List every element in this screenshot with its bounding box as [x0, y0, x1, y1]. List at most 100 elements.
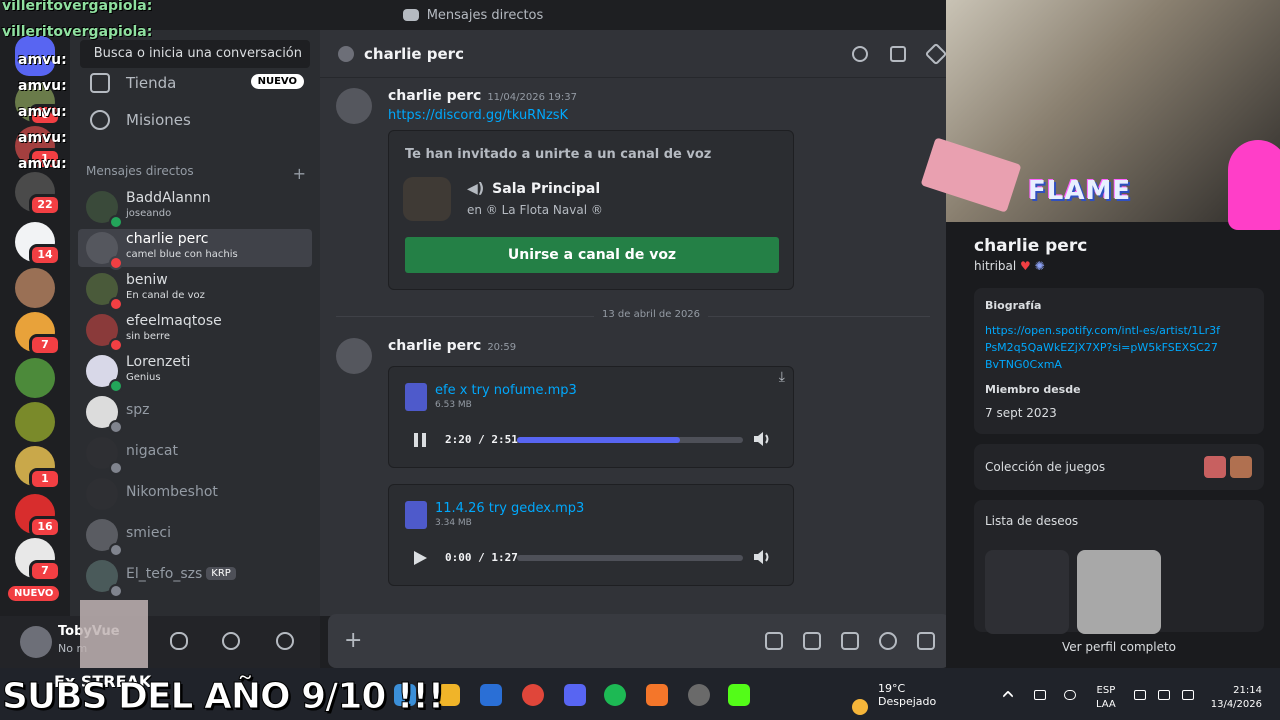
voice-invite-card: Te han invitado a unirte a un canal de v…: [388, 130, 794, 290]
dm-item[interactable]: BaddAlannn joseando: [78, 188, 312, 229]
language-indicator[interactable]: ESP LAA: [1096, 684, 1116, 712]
dm-item[interactable]: nigacat: [78, 434, 312, 475]
gif-icon[interactable]: [803, 632, 821, 650]
message-avatar[interactable]: [336, 338, 372, 374]
pin-icon[interactable]: [924, 42, 948, 66]
join-voice-button[interactable]: Unirse a canal de voz: [405, 237, 779, 273]
keyboard-layout: LAA: [1096, 699, 1116, 710]
user-avatar[interactable]: [20, 626, 52, 658]
gear-icon[interactable]: [276, 632, 294, 650]
dm-item[interactable]: Lorenzeti Genius: [78, 352, 312, 393]
network-icon[interactable]: [1034, 690, 1046, 700]
video-icon[interactable]: [890, 46, 906, 62]
dm-item[interactable]: smieci: [78, 516, 312, 557]
system-clock[interactable]: 21:14 13/4/2026: [1200, 684, 1262, 712]
server-icon[interactable]: [15, 358, 55, 398]
status-dnd-icon: [109, 338, 123, 352]
microphone-tray-icon[interactable]: [1064, 690, 1076, 700]
server-icon[interactable]: 1: [15, 446, 61, 490]
audio-file-size: 3.34 MB: [435, 518, 472, 528]
server-icon[interactable]: 14: [15, 222, 61, 266]
cloud-app-icon[interactable]: [646, 684, 668, 706]
audio-progress-track[interactable]: [517, 555, 743, 561]
new-badge: NUEVO: [250, 74, 304, 89]
clock-time: 21:14: [1233, 685, 1262, 696]
nav-quests[interactable]: Misiones: [78, 103, 312, 137]
speaker-icon: ◀): [467, 181, 485, 197]
stream-chat-line: villeritovergapiola:: [2, 24, 153, 40]
apps-icon[interactable]: [917, 632, 935, 650]
profile-username: hitribal: [974, 259, 1017, 273]
server-icon[interactable]: 7: [15, 538, 61, 582]
audio-progress-fill: [517, 437, 680, 443]
chat-title: charlie perc: [364, 44, 464, 63]
author-name[interactable]: charlie perc: [388, 88, 481, 104]
sticker-icon[interactable]: [841, 632, 859, 650]
download-icon[interactable]: ⤓: [779, 369, 785, 385]
display-icon[interactable]: [1134, 690, 1146, 700]
dm-item[interactable]: spz: [78, 393, 312, 434]
dm-item[interactable]: beniw En canal de voz: [78, 270, 312, 311]
wishlist-label: Lista de deseos: [985, 514, 1079, 528]
audio-file-name[interactable]: 11.4.26 try gedex.mp3: [435, 501, 584, 516]
author-name[interactable]: charlie perc: [388, 338, 481, 354]
battery-icon[interactable]: [1182, 690, 1194, 700]
create-dm-button[interactable]: +: [293, 164, 306, 183]
search-input[interactable]: Busca o inicia una conversación: [80, 40, 310, 68]
call-icon[interactable]: [852, 46, 868, 62]
audio-progress-track[interactable]: [517, 437, 743, 443]
date-divider: 13 de abril de 2026: [336, 309, 930, 320]
discord-taskbar-icon[interactable]: [564, 684, 586, 706]
pause-icon[interactable]: [411, 432, 429, 448]
dm-item[interactable]: Nikombeshot: [78, 475, 312, 513]
profile-about-box: Biografía https://open.spotify.com/intl-…: [974, 288, 1264, 434]
dm-item[interactable]: efeelmaqtose sin berre: [78, 311, 312, 352]
server-icon[interactable]: 16: [15, 494, 61, 538]
volume-icon[interactable]: [753, 431, 771, 447]
bio-spotify-link[interactable]: https://open.spotify.com/intl-es/artist/…: [985, 322, 1225, 373]
play-icon[interactable]: [411, 550, 429, 566]
chevron-up-icon[interactable]: [1002, 690, 1014, 702]
status-offline-icon: [109, 420, 123, 434]
gift-icon[interactable]: [765, 632, 783, 650]
server-icon[interactable]: [15, 268, 55, 308]
upload-button[interactable]: +: [344, 628, 362, 653]
view-full-profile-button[interactable]: Ver perfil completo: [974, 640, 1264, 654]
stream-chat-line: amvu:: [18, 156, 67, 172]
volume-tray-icon[interactable]: [1158, 690, 1170, 700]
message-author[interactable]: charlie perc 11/04/2026 19:37: [388, 88, 577, 104]
dm-item-active[interactable]: charlie perc camel blue con hachis: [78, 229, 312, 270]
game-collection-box[interactable]: Colección de juegos: [974, 444, 1264, 490]
nav-shop[interactable]: Tienda NUEVO: [78, 66, 312, 100]
wishlist-item[interactable]: [1077, 550, 1161, 634]
emoji-icon[interactable]: [879, 632, 897, 650]
dm-icon: [402, 9, 419, 21]
chrome-icon[interactable]: [522, 684, 544, 706]
status-offline-icon: [109, 584, 123, 598]
kick-icon[interactable]: [728, 684, 750, 706]
headphones-icon[interactable]: [222, 632, 240, 650]
weather-widget[interactable]: 19°C Despejado: [852, 682, 936, 715]
server-icon[interactable]: 22: [15, 172, 61, 216]
invite-link[interactable]: https://discord.gg/tkuRNzsK: [388, 108, 568, 123]
buddha-sticker: [1228, 140, 1280, 230]
wishlist-box: Lista de deseos: [974, 500, 1264, 634]
store-icon[interactable]: [480, 684, 502, 706]
server-icon[interactable]: 7: [15, 312, 61, 356]
invite-title: Te han invitado a unirte a un canal de v…: [405, 147, 712, 162]
audio-file-name[interactable]: efe x try nofume.mp3: [435, 383, 577, 398]
dm-sidebar: Busca o inicia una conversación Tienda N…: [70, 30, 320, 616]
microphone-icon[interactable]: [170, 632, 188, 650]
spotify-icon[interactable]: [604, 684, 626, 706]
message-author[interactable]: charlie perc 20:59: [388, 338, 516, 354]
server-icon[interactable]: [15, 402, 55, 442]
header-avatar: [338, 45, 354, 62]
message-composer[interactable]: +: [328, 614, 950, 668]
audio-file-icon: [405, 501, 427, 529]
wishlist-item[interactable]: [985, 550, 1069, 634]
unread-badge: 1: [29, 468, 61, 490]
obs-icon[interactable]: [688, 684, 710, 706]
dm-item[interactable]: El_tefo_szs KRP: [78, 557, 312, 598]
message-avatar[interactable]: [336, 88, 372, 124]
volume-icon[interactable]: [753, 549, 771, 565]
